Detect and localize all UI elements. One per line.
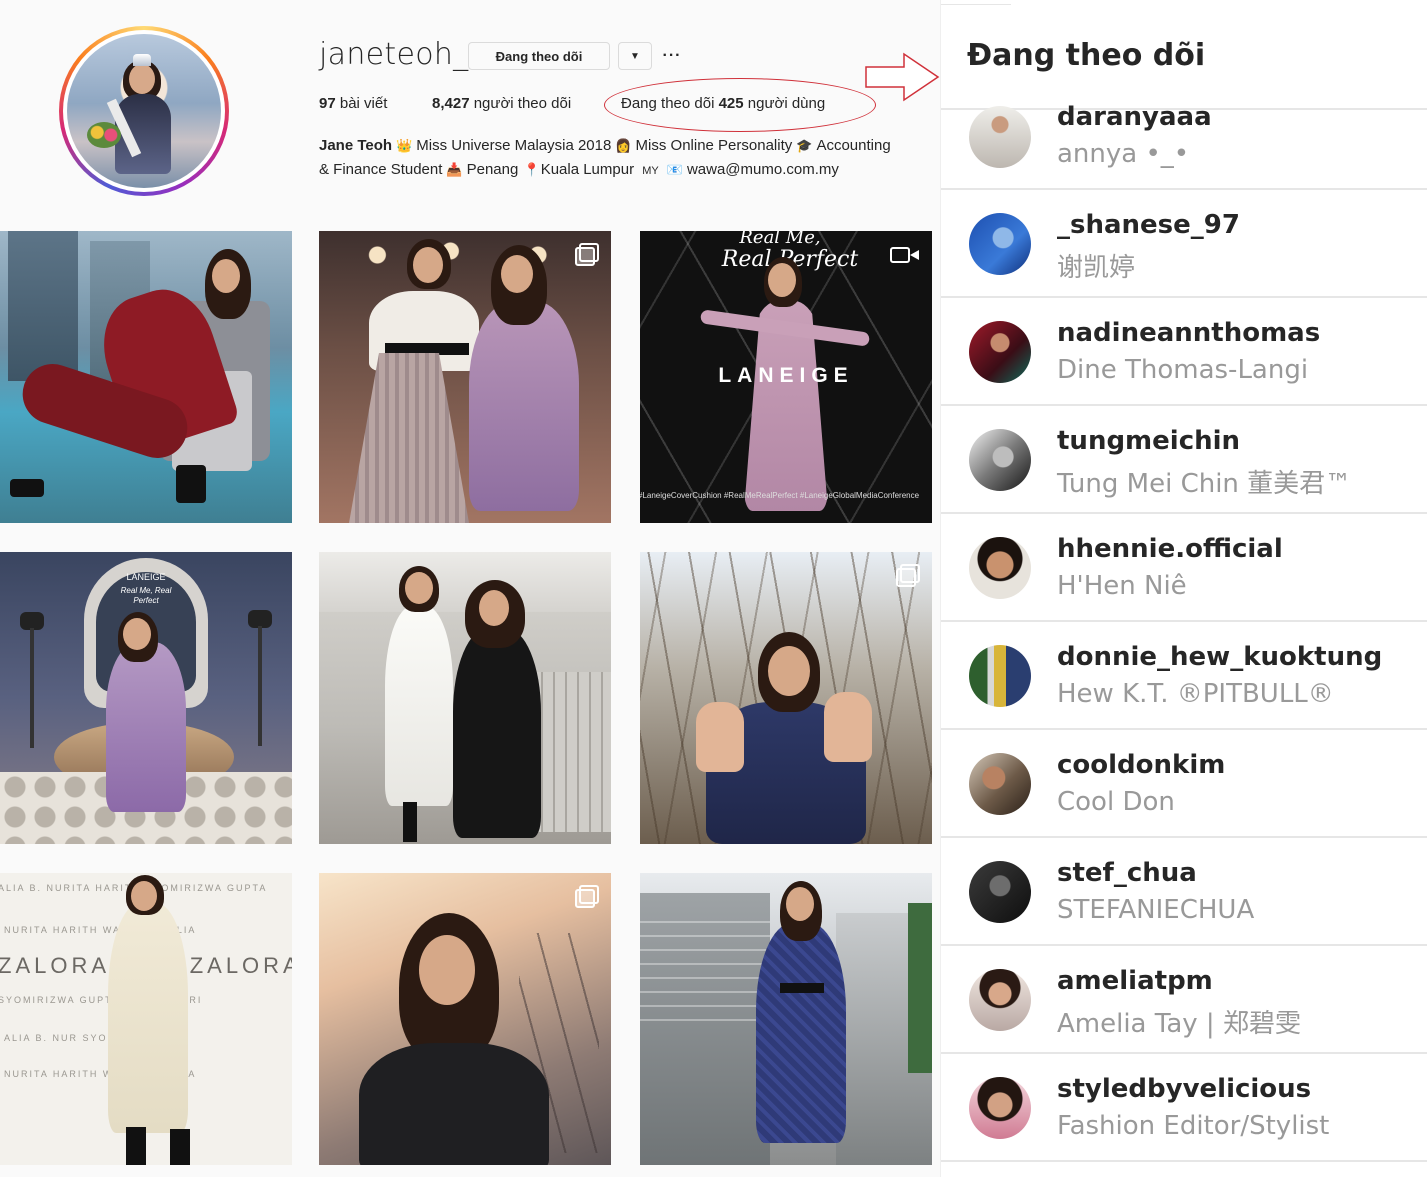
following-fullname: Fashion Editor/Stylist <box>1057 1111 1330 1141</box>
following-username[interactable]: styledbyvelicious <box>1057 1074 1311 1104</box>
panel-title: Đang theo dõi <box>967 38 1206 73</box>
multiple-photos-icon <box>896 564 920 587</box>
more-options-button[interactable]: ··· <box>662 42 682 70</box>
following-username[interactable]: tungmeichin <box>1057 426 1240 456</box>
pin-emoji-icon: 📍 <box>523 163 540 178</box>
malaysia-flag-icon: MY <box>642 165 659 177</box>
woman-emoji-icon: 👩 <box>615 139 632 154</box>
post-thumbnail-1[interactable] <box>0 231 292 523</box>
following-username[interactable]: hhennie.official <box>1057 534 1283 564</box>
post-thumbnail-9[interactable] <box>640 873 932 1165</box>
following-row[interactable]: _shanese_97 谢凯婷 <box>941 190 1427 298</box>
annotation-ellipse <box>604 78 876 132</box>
avatar[interactable] <box>969 537 1031 599</box>
multiple-photos-icon <box>575 885 599 908</box>
post-4-sign-text: LANEIGE <box>126 572 166 582</box>
following-fullname: H'Hen Niê <box>1057 571 1187 601</box>
following-fullname: Tung Mei Chin 董美君™ <box>1057 469 1352 499</box>
following-row[interactable]: hhennie.official H'Hen Niê <box>941 514 1427 622</box>
post-3-brand-text: LANEIGE <box>718 364 854 387</box>
following-username[interactable]: cooldonkim <box>1057 750 1225 780</box>
avatar[interactable] <box>969 753 1031 815</box>
avatar[interactable] <box>969 106 1031 168</box>
following-fullname: Amelia Tay | 郑碧雯 <box>1057 1009 1301 1039</box>
posts-count-stat: 97 bài viết <box>319 95 388 112</box>
post-thumbnail-8[interactable] <box>319 873 611 1165</box>
graduation-cap-emoji-icon: 🎓 <box>796 139 813 154</box>
following-fullname: STEFANIECHUA <box>1057 895 1255 925</box>
bio-full-name: Jane Teoh <box>319 137 393 154</box>
following-row[interactable]: tungmeichin Tung Mei Chin 董美君™ <box>941 406 1427 514</box>
following-panel: Đang theo dõi daranyaaa annya •_• _shane… <box>940 0 1427 1177</box>
mail-emoji-icon: 📧 <box>666 163 683 178</box>
following-username[interactable]: donnie_hew_kuoktung <box>1057 642 1382 672</box>
avatar[interactable] <box>969 861 1031 923</box>
profile-avatar[interactable] <box>59 26 229 196</box>
ellipsis-icon: ··· <box>662 47 682 64</box>
suggestions-dropdown-button[interactable]: ▼ <box>618 42 652 70</box>
following-row[interactable]: nadineannthomas Dine Thomas-Langi <box>941 298 1427 406</box>
post-thumbnail-6[interactable] <box>640 552 932 844</box>
avatar[interactable] <box>969 429 1031 491</box>
following-button[interactable]: Đang theo dõi <box>468 42 610 70</box>
following-username[interactable]: _shanese_97 <box>1057 210 1240 240</box>
following-username[interactable]: daranyaaa <box>1057 102 1212 132</box>
following-row[interactable]: stef_chua STEFANIECHUA <box>941 838 1427 946</box>
followers-count-link[interactable]: 8,427 người theo dõi <box>432 95 571 112</box>
multiple-photos-icon <box>575 243 599 266</box>
post-thumbnail-7[interactable]: ALIA B. NURITA HARITH SYOMIRIZWA GUPTA N… <box>0 873 292 1165</box>
avatar[interactable] <box>969 1077 1031 1139</box>
following-fullname: Dine Thomas-Langi <box>1057 355 1309 385</box>
annotation-arrow <box>865 52 940 102</box>
following-username[interactable]: stef_chua <box>1057 858 1197 888</box>
profile-bio-line-1: Jane Teoh 👑 Miss Universe Malaysia 2018 👩 Mi… <box>319 134 939 159</box>
post-thumbnail-5[interactable] <box>319 552 611 844</box>
crown-emoji-icon: 👑 <box>396 139 413 154</box>
following-row[interactable]: daranyaaa annya •_• <box>941 82 1427 190</box>
following-row[interactable]: cooldonkim Cool Don <box>941 730 1427 838</box>
following-username[interactable]: nadineannthomas <box>1057 318 1320 348</box>
following-fullname: 谢凯婷 <box>1057 253 1136 283</box>
following-row[interactable]: donnie_hew_kuoktung Hew K.T. ®PITBULL® <box>941 622 1427 730</box>
avatar[interactable] <box>969 213 1031 275</box>
post-thumbnail-2[interactable] <box>319 231 611 523</box>
panel-top-divider <box>941 4 1011 5</box>
profile-bio-line-2: & Finance Student 📥 Penang 📍Kuala Lumpur M… <box>319 158 939 183</box>
post-3-hashtags: #LaneigeCoverCushion #RealMeRealPerfect … <box>640 491 920 500</box>
post-3-overlay-text: Real Me, <box>739 231 821 248</box>
following-row[interactable]: styledbyvelicious Fashion Editor/Stylist <box>941 1054 1427 1162</box>
profile-username: janeteoh_ <box>319 37 469 72</box>
inbox-emoji-icon: 📥 <box>446 163 463 178</box>
caret-down-icon: ▼ <box>630 50 640 62</box>
avatar[interactable] <box>969 645 1031 707</box>
profile-page: janeteoh_ Đang theo dõi ▼ ··· 97 bài viế… <box>0 0 940 1177</box>
avatar[interactable] <box>969 321 1031 383</box>
post-4-sign-script: Real Me, Real Perfect <box>120 586 172 605</box>
post-thumbnail-3[interactable]: Real Me, Real Perfect LANEIGE #LaneigeCo… <box>640 231 932 523</box>
following-username[interactable]: ameliatpm <box>1057 966 1213 996</box>
profile-avatar-photo <box>67 34 221 188</box>
following-fullname: annya •_• <box>1057 139 1190 169</box>
following-fullname: Hew K.T. ®PITBULL® <box>1057 679 1334 709</box>
video-icon <box>890 245 920 265</box>
following-row[interactable]: ameliatpm Amelia Tay | 郑碧雯 <box>941 946 1427 1054</box>
following-fullname: Cool Don <box>1057 787 1175 817</box>
avatar[interactable] <box>969 969 1031 1031</box>
post-thumbnail-4[interactable]: LANEIGE Real Me, Real Perfect <box>0 552 292 844</box>
